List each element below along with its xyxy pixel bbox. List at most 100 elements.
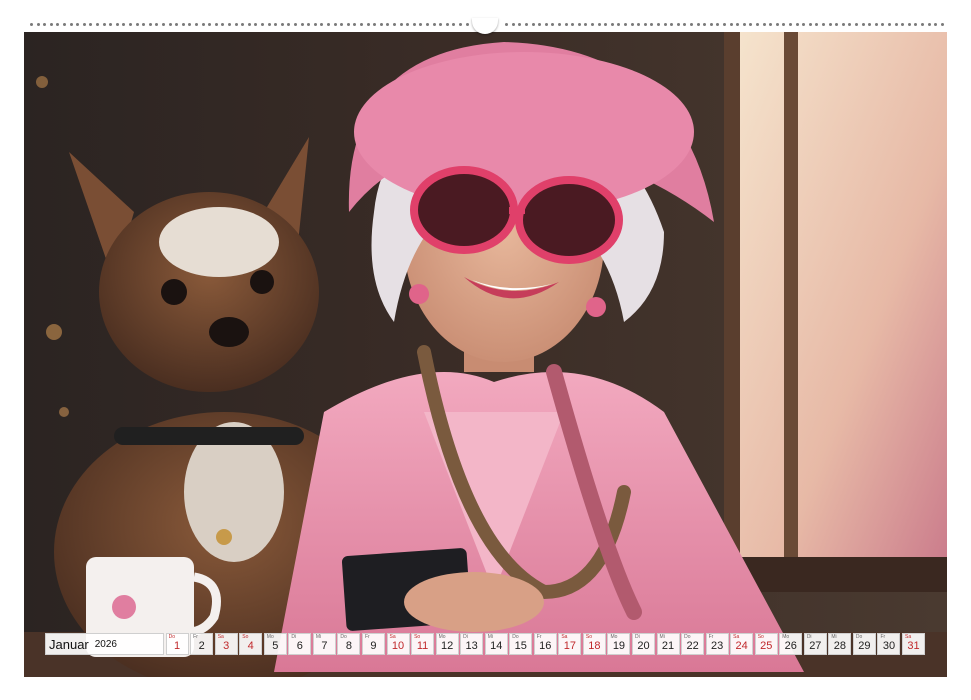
day-number: 1 <box>174 640 181 652</box>
binding-ring <box>848 23 852 26</box>
binding-ring <box>511 23 515 26</box>
binding-ring <box>835 23 839 26</box>
binding-ring <box>195 23 198 26</box>
binding-ring <box>247 23 251 26</box>
binding-ring <box>379 23 383 26</box>
day-number: 10 <box>391 640 405 652</box>
binding-ring <box>914 23 918 26</box>
day-number: 30 <box>882 640 896 652</box>
day-cell: Do 22 <box>681 633 705 655</box>
day-number: 18 <box>588 640 601 652</box>
binding-ring <box>630 23 634 26</box>
binding-ring <box>43 23 47 26</box>
binding-ring <box>544 23 548 26</box>
binding-ring <box>861 23 865 26</box>
binding-ring <box>115 23 119 26</box>
binding-ring <box>571 23 575 26</box>
binding-ring <box>940 23 944 26</box>
binding-ring <box>650 23 654 26</box>
binding-ring <box>558 23 561 26</box>
binding-ring <box>175 23 179 26</box>
binding-ring <box>808 23 812 26</box>
binding-ring <box>597 23 601 26</box>
binding-ring <box>683 23 687 26</box>
binding-ring <box>610 23 614 26</box>
day-cell: Do 29 <box>852 633 876 655</box>
binding-ring <box>624 23 627 26</box>
binding-ring <box>386 23 390 26</box>
binding-ring <box>399 23 403 26</box>
day-cell: Fr 30 <box>877 633 901 655</box>
binding-ring <box>703 23 707 26</box>
binding-ring <box>927 23 931 26</box>
day-cell: Do 8 <box>337 633 361 655</box>
photo-illustration <box>24 32 947 677</box>
day-cell: Di 13 <box>460 633 484 655</box>
day-cell: Di 27 <box>803 633 827 655</box>
day-cell: Di 20 <box>631 633 655 655</box>
binding-ring <box>736 23 740 26</box>
binding-ring <box>102 23 106 26</box>
day-cell: So 18 <box>582 633 606 655</box>
day-number: 28 <box>833 640 846 652</box>
day-number: 26 <box>784 640 797 652</box>
day-number: 16 <box>539 640 552 652</box>
binding-ring <box>393 23 396 26</box>
month-name: Januar <box>49 636 89 652</box>
binding-ring <box>294 23 297 26</box>
day-number: 22 <box>686 640 699 652</box>
binding-ring <box>591 23 594 26</box>
day-cell: Sa 3 <box>214 633 238 655</box>
binding-ring <box>307 23 311 26</box>
binding-ring <box>894 23 898 26</box>
binding-ring <box>30 23 33 26</box>
day-cell: Fr 23 <box>705 633 729 655</box>
binding-ring <box>188 23 192 26</box>
month-label: Januar 2026 <box>45 633 165 655</box>
day-cell: Mi 21 <box>656 633 680 655</box>
binding-ring <box>241 23 245 26</box>
binding-ring <box>274 23 278 26</box>
binding-ring <box>419 23 423 26</box>
binding-ring <box>907 23 911 26</box>
binding-ring <box>300 23 304 26</box>
binding-ring <box>775 23 779 26</box>
day-number: 31 <box>907 640 920 652</box>
day-number: 14 <box>490 640 503 652</box>
binding-ring <box>762 23 766 26</box>
calendar-bar: Januar 2026 Do 1 Fr 2 Sa 3 So 4 Mo 5 Di 6 Mi 7 Do 8 Fr 9 S… <box>45 633 925 655</box>
day-cell: Sa 24 <box>730 633 754 655</box>
binding-ring <box>201 23 205 26</box>
binding-ring <box>551 23 555 26</box>
binding-ring <box>135 23 139 26</box>
binding-ring <box>822 23 825 26</box>
binding-ring <box>445 23 449 26</box>
day-number: 21 <box>661 640 675 652</box>
day-cell: Mi 14 <box>484 633 508 655</box>
binding-ring <box>340 23 344 26</box>
binding-ring <box>452 23 456 26</box>
binding-ring <box>663 23 667 26</box>
day-cell: Do 15 <box>509 633 533 655</box>
binding-ring <box>901 23 905 26</box>
binding-ring <box>888 23 891 26</box>
day-number: 3 <box>223 640 230 652</box>
binding-ring <box>690 23 693 26</box>
binding-ring <box>353 23 357 26</box>
day-cell: So 25 <box>754 633 778 655</box>
binding-ring <box>221 23 225 26</box>
binding-ring <box>373 23 377 26</box>
binding-ring <box>584 23 588 26</box>
day-cell: Di 6 <box>288 633 312 655</box>
days-row: Do 1 Fr 2 Sa 3 So 4 Mo 5 Di 6 Mi 7 Do 8 Fr 9 Sa 10 So 11 Mo 12 D… <box>164 633 925 655</box>
binding-ring <box>921 23 924 26</box>
binding-ring <box>795 23 799 26</box>
binding-ring <box>657 23 660 26</box>
binding-ring <box>723 23 726 26</box>
day-number: 6 <box>296 640 303 652</box>
binding-ring <box>148 23 152 26</box>
binding-ring <box>881 23 885 26</box>
day-number: 7 <box>321 640 328 652</box>
day-cell: Mi 28 <box>828 633 852 655</box>
binding-ring <box>82 23 86 26</box>
